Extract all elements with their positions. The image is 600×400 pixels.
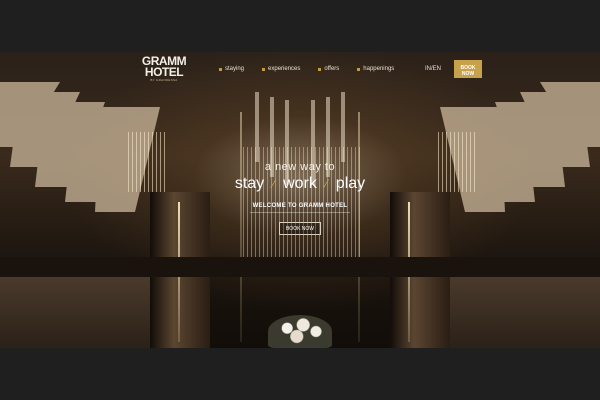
square-bullet-icon [219,67,222,71]
slash-divider-icon: ⁄ [325,177,328,191]
light-strip [240,112,242,342]
nav-item-staying[interactable]: staying [219,66,244,72]
hero-tagline: a new way to [264,161,336,173]
headline-word-stay: stay [234,175,265,192]
hotel-logo[interactable]: GRAMM HOTEL BY GRANDESSA [141,55,187,82]
slash-divider-icon: ⁄ [272,177,275,191]
book-now-header-button[interactable]: BOOK NOW [454,60,482,78]
nav-item-label: staying [225,66,245,72]
letterbox-top [0,0,600,52]
letterbox-bottom [0,348,600,400]
hero-background [0,52,600,348]
mezzanine-band [0,257,600,277]
book-line-2: NOW [461,70,475,77]
nav-item-happenings[interactable]: happenings [357,66,394,72]
nav-item-label: happenings [363,66,395,72]
hero-headline: stay ⁄ work ⁄ play [0,175,600,193]
square-bullet-icon [357,67,361,71]
nav-item-label: experiences [268,66,301,72]
language-switcher[interactable]: IN/EN [425,66,441,72]
main-nav: staying experiences offers happenings [219,66,412,72]
welcome-heading: WELCOME TO GRAMM HOTEL [252,203,348,209]
light-strip [358,112,360,342]
book-now-hero-button[interactable]: BOOK NOW [279,222,321,235]
nav-item-label: offers [324,66,340,72]
nav-item-offers[interactable]: offers [318,66,339,72]
lobby-wall [0,277,150,348]
flower-arrangement [268,315,332,348]
headline-word-play: play [335,175,366,192]
square-bullet-icon [262,67,266,71]
headline-word-work: work [283,175,317,192]
square-bullet-icon [318,67,322,71]
logo-line-2: HOTEL [144,65,184,79]
lobby-wall [450,277,600,348]
welcome-underline [250,212,350,213]
nav-item-experiences[interactable]: experiences [262,66,300,72]
